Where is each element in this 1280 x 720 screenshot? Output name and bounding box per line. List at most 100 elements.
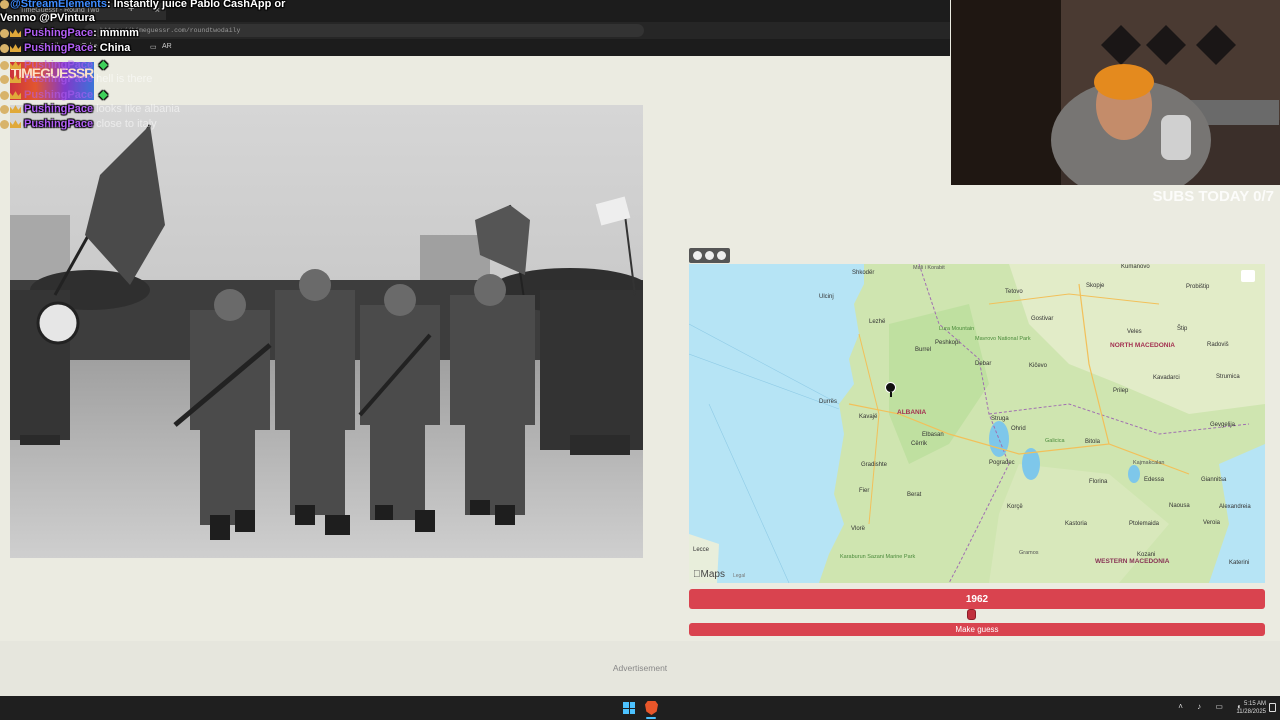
chat-username: PushingPace: [24, 103, 94, 115]
chat-line: PushingPace: China: [0, 42, 130, 54]
chat-badge-icon: [0, 43, 9, 53]
map-label: Peshkopi: [935, 340, 960, 346]
map-label: Katerini: [1229, 560, 1250, 566]
fullscreen-icon[interactable]: [717, 251, 726, 260]
make-guess-button[interactable]: Make guess: [689, 623, 1265, 636]
chat-username: PushingPace: [24, 27, 94, 39]
map-toolbar: [689, 248, 730, 263]
map-label: Veroia: [1203, 520, 1221, 526]
map-label: Gramos: [1019, 550, 1039, 556]
map-label: Burrel: [915, 347, 932, 353]
zoom-out-icon[interactable]: [705, 251, 714, 260]
chat-username: PushingPace: [24, 118, 94, 130]
map-label: Kavadarci: [1153, 375, 1180, 381]
map-label: Elbasan: [922, 432, 944, 438]
crown-icon: [10, 44, 21, 53]
chat-message: hell is there: [96, 73, 153, 85]
chat-message: : China: [93, 42, 131, 54]
zoom-in-icon[interactable]: [693, 251, 702, 260]
map-label: Radoviš: [1207, 342, 1229, 348]
crown-icon: [10, 120, 21, 129]
map-label: Durrës: [819, 399, 838, 405]
map-label: Strumica: [1216, 374, 1240, 380]
bookmark-folder-icon[interactable]: ▭: [150, 43, 157, 51]
crown-icon: [10, 91, 21, 100]
soldiers-marching-photo: [10, 105, 643, 558]
windows-start-icon[interactable]: [623, 702, 635, 714]
year-slider-handle[interactable]: [967, 609, 977, 620]
map-label: Karaburun Sazani Marine Park: [840, 554, 916, 560]
map-label: Ptolemaida: [1129, 521, 1160, 527]
map-label: Probištip: [1186, 284, 1210, 290]
map-label: Giannitsa: [1201, 477, 1227, 483]
chat-line: PushingPace ◆: [0, 88, 108, 101]
chat-username: PushingPace: [24, 73, 94, 85]
chat-username: PushingPace: [24, 89, 94, 101]
map-label: Veles: [1127, 329, 1142, 335]
chat-line: Venmo @PVintura: [0, 12, 95, 24]
map-label: Galicica: [1045, 438, 1065, 444]
map-label: Berat: [907, 492, 922, 498]
map-label: Bitola: [1085, 439, 1101, 445]
map-label: Kavajë: [859, 414, 878, 420]
taskbar-clock[interactable]: 5:15 AM 11/28/2025: [1236, 700, 1266, 716]
chat-line: PushingPace ◆: [0, 58, 108, 71]
year-slider-track[interactable]: 1962: [689, 589, 1265, 609]
map-label: NORTH MACEDONIA: [1110, 342, 1175, 349]
map-label: Kastoria: [1065, 521, 1088, 527]
map-label: Gostivar: [1031, 316, 1054, 322]
map-marker-stem: [890, 392, 892, 397]
map-label: Ulcinj: [819, 294, 834, 300]
map-label: Cërrik: [911, 441, 927, 447]
chat-badge-icon: [0, 74, 9, 84]
active-app-indicator: [646, 717, 656, 719]
map-label: Pogradec: [989, 460, 1015, 466]
chat-message: looks like albania: [96, 103, 180, 115]
map-label: Štip: [1177, 326, 1188, 332]
map-label: Mavrovo National Park: [975, 336, 1031, 342]
bookmark-item[interactable]: AR: [162, 43, 172, 50]
advertisement-area: Advertisement: [0, 641, 1280, 696]
chat-line: PushingPace: mmmm: [0, 27, 139, 39]
map-label: Kajmakcalan: [1133, 460, 1165, 466]
chat-badge-icon: [0, 28, 9, 38]
streamer-webcam: [951, 0, 1280, 185]
map-layers-icon[interactable]: [1241, 270, 1255, 282]
map-label: Korçë: [1007, 504, 1023, 510]
chat-badge-icon: [0, 104, 9, 114]
brave-browser-icon[interactable]: [645, 701, 658, 715]
map-label: Lura Mountain: [939, 326, 975, 332]
map-label: Shkodër: [852, 270, 875, 276]
map-label: Prilep: [1113, 388, 1129, 394]
map-label: Kumanovo: [1121, 264, 1150, 270]
chat-message: : mmmm: [93, 27, 139, 39]
chat-badge-icon: [0, 60, 9, 70]
bookmarks-bar: Gmail YouTube Apps ▭ AR: [0, 39, 950, 56]
clock-date: 11/28/2025: [1236, 709, 1266, 715]
chat-line: PushingPace looks like albania: [0, 103, 180, 115]
chat-line: @StreamElements: Instantly juice Pablo C…: [0, 0, 285, 10]
map-label: Kičevo: [1029, 363, 1048, 369]
notification-icon[interactable]: [1269, 703, 1276, 712]
map-label: Gradishte: [861, 462, 888, 468]
map-label: Ohrid: [1011, 426, 1026, 432]
chat-message: : Instantly juice Pablo CashApp or: [106, 0, 286, 10]
guess-map[interactable]: Shkodër Ulcinj Lezhë Durrës Kavajë ALBAN…: [689, 264, 1265, 583]
emote-icon: ◆: [99, 89, 108, 101]
map-label: Vlorë: [851, 526, 866, 532]
url-input[interactable]: https://timeguessr.com/roundtwodaily: [84, 24, 644, 37]
chat-badge-icon: [0, 90, 9, 100]
map-label: Lezhë: [869, 319, 886, 325]
chat-badge-icon: [0, 0, 9, 9]
chat-line: PushingPace hell is there: [0, 73, 152, 85]
chat-username: PushingPace: [24, 42, 94, 54]
windows-taskbar: ˄ ♪ ▭ ◐ 5:15 AM 11/28/2025: [0, 696, 1280, 720]
emote-icon: ◆: [99, 59, 108, 71]
crown-icon: [10, 75, 21, 84]
clock-time: 5:15 AM: [1243, 701, 1266, 707]
round-photo[interactable]: [10, 105, 643, 558]
chat-username: @StreamElements: [10, 0, 107, 10]
map-legal-link[interactable]: Legal: [733, 573, 745, 579]
chat-message: Venmo @PVintura: [0, 12, 95, 24]
subs-today-counter: SUBS TODAY 0/7: [1152, 188, 1274, 205]
